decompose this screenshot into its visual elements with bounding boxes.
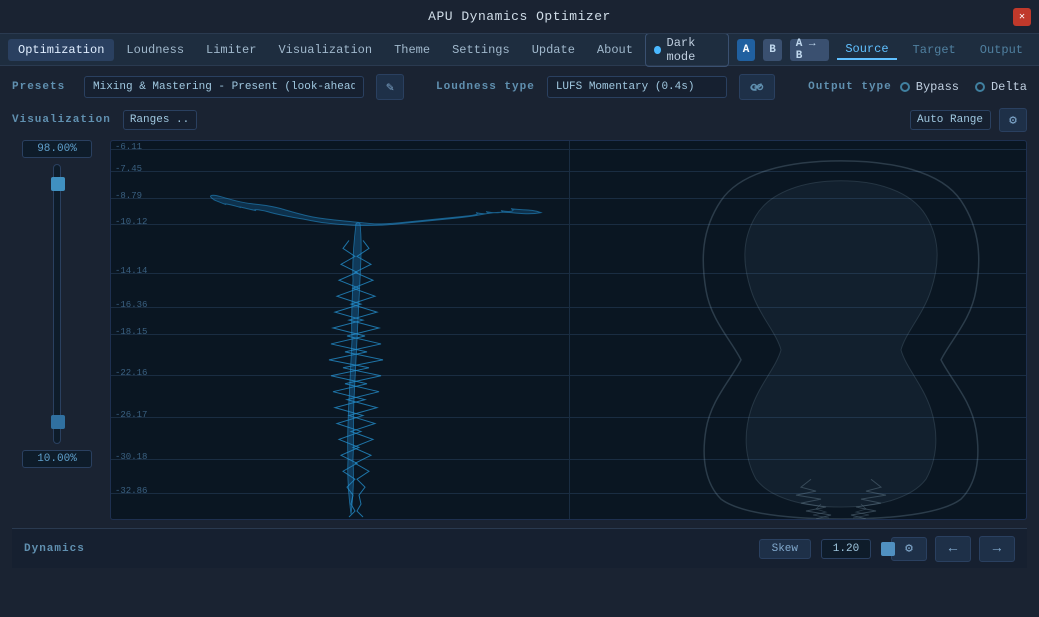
delta-radio-dot: [975, 82, 985, 92]
grid-label-1: -7.45: [115, 164, 142, 174]
output-waveform: [601, 141, 1027, 519]
skew-slider-thumb[interactable]: [881, 542, 895, 556]
dynamics-label: Dynamics: [24, 543, 94, 555]
visualization-area: 98.00% 10.00% -6.11 -7.45 -8.79: [12, 140, 1027, 520]
viz-slider-thumb-bottom[interactable]: [51, 415, 65, 429]
loudness-label: Loudness type: [436, 81, 535, 93]
output-type-group: Output type Bypass Delta: [808, 80, 1027, 94]
controls-row: Presets Mixing & Mastering - Present (lo…: [12, 74, 1027, 100]
bypass-radio[interactable]: Bypass: [900, 80, 959, 94]
menu-item-theme[interactable]: Theme: [384, 39, 440, 61]
auto-range-dropdown[interactable]: Auto Range: [910, 110, 991, 130]
preset-dropdown[interactable]: Mixing & Mastering - Present (look-ahead…: [84, 76, 364, 98]
grid-label-9: -30.18: [115, 452, 147, 462]
menu-item-update[interactable]: Update: [522, 39, 585, 61]
viz-slider-controls: 98.00% 10.00%: [12, 140, 102, 468]
prev-button[interactable]: ←: [935, 536, 971, 562]
grid-label-8: -26.17: [115, 410, 147, 420]
menu-item-loudness[interactable]: Loudness: [116, 39, 194, 61]
delta-radio[interactable]: Delta: [975, 80, 1027, 94]
loudness-dropdown[interactable]: LUFS Momentary (0.4s): [547, 76, 727, 98]
grid-label-0: -6.11: [115, 142, 142, 152]
dark-mode-label: Dark mode: [667, 36, 720, 64]
grid-label-10: -32.86: [115, 486, 147, 496]
toolbar-right: Dark mode A B A → B Source Target Output: [645, 33, 1031, 67]
top-percent-display: 98.00%: [22, 140, 92, 158]
skew-value-display: 1.20: [821, 539, 871, 559]
tab-output[interactable]: Output: [972, 41, 1031, 59]
menu-item-about[interactable]: About: [587, 39, 643, 61]
menu-item-visualization[interactable]: Visualization: [268, 39, 382, 61]
bypass-radio-dot: [900, 82, 910, 92]
range-dropdown[interactable]: Ranges ..: [123, 110, 197, 130]
window-title: APU Dynamics Optimizer: [428, 9, 611, 24]
presets-label: Presets: [12, 81, 72, 93]
bottom-percent-display: 10.00%: [22, 450, 92, 468]
visualization-label: Visualization: [12, 114, 111, 126]
dark-mode-indicator: [654, 46, 661, 54]
grid-label-3: -10.12: [115, 217, 147, 227]
grid-label-2: -8.79: [115, 191, 142, 201]
menu-item-settings[interactable]: Settings: [442, 39, 520, 61]
close-button[interactable]: ✕: [1013, 8, 1031, 26]
viz-settings-button[interactable]: ⚙: [999, 108, 1027, 132]
menu-item-limiter[interactable]: Limiter: [196, 39, 266, 61]
output-label: Output type: [808, 81, 892, 93]
btn-b[interactable]: B: [763, 39, 781, 61]
skew-button[interactable]: Skew: [759, 539, 811, 559]
visualization-canvas: -6.11 -7.45 -8.79 -10.12 -14.14 -16.36: [110, 140, 1027, 520]
grid-label-4: -14.14: [115, 266, 147, 276]
delta-label: Delta: [991, 80, 1027, 94]
grid-label-6: -18.15: [115, 327, 147, 337]
dynamics-gear-button[interactable]: ⚙: [891, 537, 927, 561]
grid-label-7: -22.16: [115, 368, 147, 378]
link-button[interactable]: [739, 74, 775, 100]
dynamics-bar: Dynamics Skew 1.20 ⚙ ← →: [12, 528, 1027, 568]
viz-slider-track[interactable]: [53, 164, 61, 444]
menu-bar: Optimization Loudness Limiter Visualizat…: [0, 34, 1039, 66]
tab-target[interactable]: Target: [905, 41, 964, 59]
main-content: Presets Mixing & Mastering - Present (lo…: [0, 66, 1039, 617]
edit-preset-button[interactable]: ✎: [376, 74, 404, 100]
btn-a[interactable]: A: [737, 39, 755, 61]
next-button[interactable]: →: [979, 536, 1015, 562]
grid-label-5: -16.36: [115, 300, 147, 310]
viz-slider-thumb-top[interactable]: [51, 177, 65, 191]
dark-mode-toggle[interactable]: Dark mode: [645, 33, 729, 67]
link-icon: [749, 81, 765, 93]
viz-header-row: Visualization Ranges .. Auto Range ⚙: [12, 108, 1027, 132]
dynamics-right-controls: ⚙ ← →: [891, 536, 1015, 562]
title-bar: APU Dynamics Optimizer ✕: [0, 0, 1039, 34]
menu-item-optimization[interactable]: Optimization: [8, 39, 114, 61]
source-waveform: [161, 141, 601, 519]
bypass-label: Bypass: [916, 80, 959, 94]
btn-ab[interactable]: A → B: [790, 39, 830, 61]
tab-source[interactable]: Source: [837, 40, 896, 60]
